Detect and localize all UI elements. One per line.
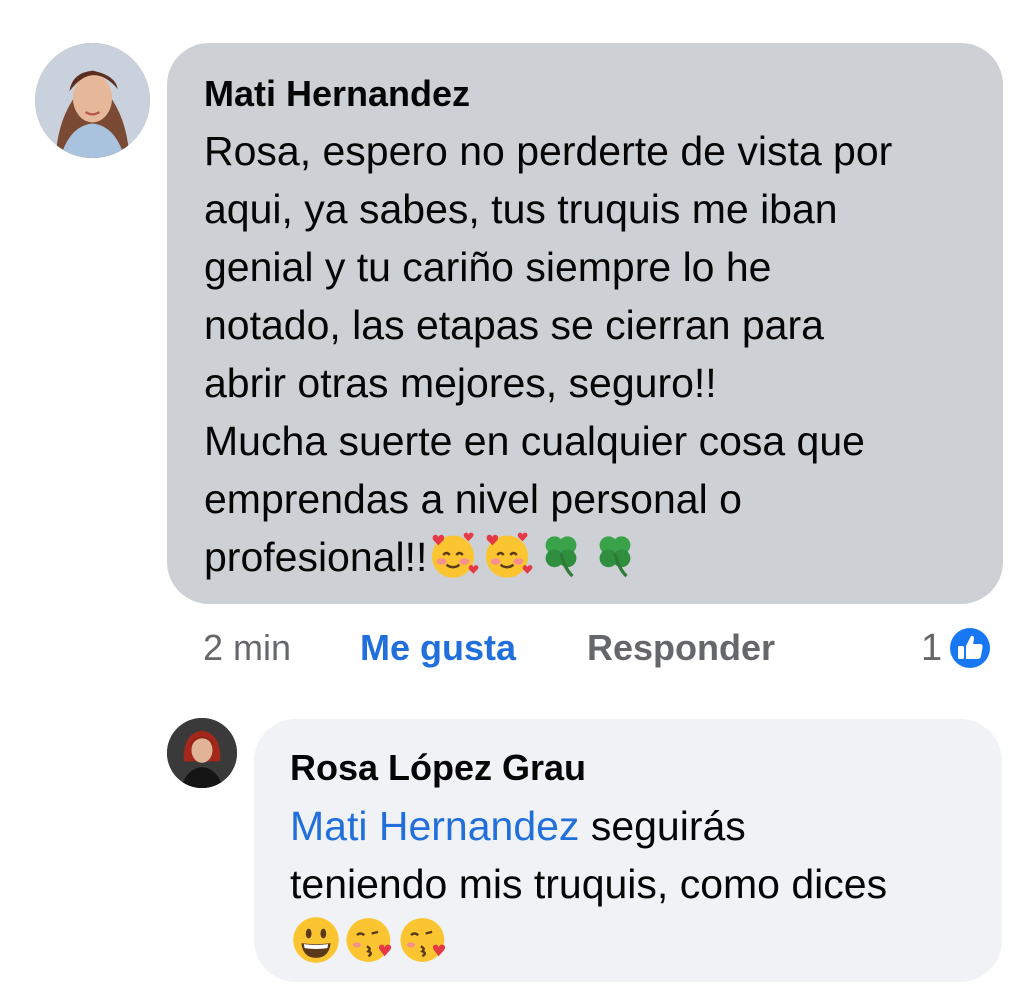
four-leaf-clover-icon xyxy=(589,529,641,581)
four-leaf-clover-icon xyxy=(535,529,587,581)
avatar-photo-icon xyxy=(35,43,150,158)
comment-text: Rosa, espero no perderte de vista por aq… xyxy=(204,122,984,586)
comment-timestamp[interactable]: 2 min xyxy=(203,625,291,671)
reply-author[interactable]: Rosa López Grau xyxy=(290,747,586,789)
comment-thread: Mati Hernandez Rosa, espero no perderte … xyxy=(0,0,1024,1007)
reply-emoji-line xyxy=(290,913,990,971)
reply-first-line: Mati Hernandez seguirás xyxy=(290,797,990,855)
comment-last-line: profesional!! xyxy=(204,528,984,586)
comment-line: aqui, ya sabes, tus truquis me iban xyxy=(204,186,838,232)
comment-actions: 2 min Me gusta Responder 1 xyxy=(203,625,1023,675)
reply-line: seguirás xyxy=(579,803,746,849)
reply-button[interactable]: Responder xyxy=(587,625,775,671)
comment-line: notado, las etapas se cierran para xyxy=(204,302,824,348)
comment-line: emprendas a nivel personal o xyxy=(204,476,742,522)
reply-line: teniendo mis truquis, como dices xyxy=(290,861,888,907)
reply-text: Mati Hernandez seguirás teniendo mis tru… xyxy=(290,797,990,971)
mention-link[interactable]: Mati Hernandez xyxy=(290,803,579,849)
comment-line: profesional!! xyxy=(204,534,428,580)
comment-line: Mucha suerte en cualquier cosa que xyxy=(204,418,865,464)
reaction-summary[interactable]: 1 xyxy=(921,623,994,673)
reaction-count: 1 xyxy=(921,626,943,669)
thumbs-up-icon xyxy=(947,625,994,671)
grinning-face-icon xyxy=(290,914,342,966)
like-button[interactable]: Me gusta xyxy=(360,625,516,671)
comment-line: genial y tu cariño siempre lo he xyxy=(204,244,772,290)
avatar-mati[interactable] xyxy=(35,43,150,158)
comment-bubble: Mati Hernandez Rosa, espero no perderte … xyxy=(167,43,1003,604)
avatar-rosa[interactable] xyxy=(167,718,237,788)
smiling-face-with-hearts-icon xyxy=(427,529,479,581)
comment-line: Rosa, espero no perderte de vista por xyxy=(204,128,893,174)
comment-line: abrir otras mejores, seguro!! xyxy=(204,360,717,406)
smiling-face-with-hearts-icon xyxy=(481,529,533,581)
avatar-photo-icon xyxy=(167,718,237,788)
reply-bubble: Rosa López Grau Mati Hernandez seguirás … xyxy=(254,719,1002,982)
comment-author[interactable]: Mati Hernandez xyxy=(204,73,470,115)
face-blowing-kiss-icon xyxy=(344,914,396,966)
face-blowing-kiss-icon xyxy=(398,914,450,966)
